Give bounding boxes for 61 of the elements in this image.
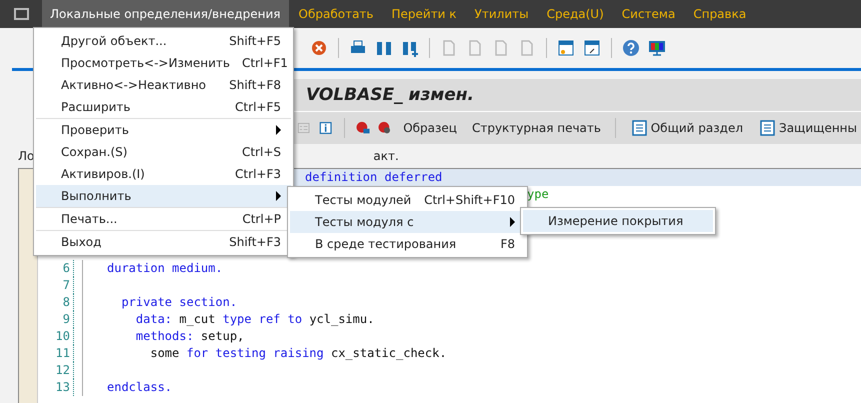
monitor-icon[interactable] bbox=[647, 38, 667, 58]
menu-item[interactable]: Другой объект... Shift+F5 bbox=[36, 30, 291, 52]
toolbar-button[interactable]: Структурная печать bbox=[468, 119, 605, 137]
menu-item-label: Просмотреть<->Изменить bbox=[61, 56, 230, 70]
shortcut-label: Shift+F3 bbox=[229, 235, 281, 249]
help-icon[interactable] bbox=[621, 38, 641, 58]
code-line: methods: setup, bbox=[82, 328, 244, 345]
line-number: 9 bbox=[38, 311, 74, 328]
code-line: some for testing raising cx_static_check. bbox=[82, 345, 447, 362]
menu-item-label: Сохран.(S) bbox=[61, 145, 128, 159]
shortcut-label: Ctrl+S bbox=[242, 145, 281, 159]
menu-bar-item[interactable]: Утилиты bbox=[466, 0, 537, 28]
code-line: private section. bbox=[82, 294, 238, 311]
document-icon bbox=[630, 119, 648, 137]
menu-item-label: Расширить bbox=[61, 100, 132, 114]
shortcut-label: Shift+F8 bbox=[229, 78, 281, 92]
toolbar-button[interactable]: Защищенны bbox=[754, 117, 861, 139]
toolbar-button[interactable]: Образец bbox=[399, 119, 461, 137]
menu-bar-item[interactable]: Обработать bbox=[290, 0, 382, 28]
line-number: 10 bbox=[38, 328, 74, 345]
cancel-icon[interactable] bbox=[309, 38, 329, 58]
shortcut-label: Ctrl+F1 bbox=[242, 56, 288, 70]
menu-item-label: Тесты модуля с bbox=[315, 215, 415, 229]
shortcut-label: Ctrl+P bbox=[242, 212, 281, 226]
menu-item[interactable]: В среде тестирования F8 bbox=[290, 233, 525, 255]
menu-item-label: В среде тестирования bbox=[315, 237, 458, 251]
menu-bar-item[interactable]: Перейти к bbox=[383, 0, 465, 28]
column-header: Ло bbox=[18, 149, 34, 163]
document-icon bbox=[758, 119, 776, 137]
shortcut-label: Ctrl+F3 bbox=[235, 167, 281, 181]
menu-item[interactable]: Просмотреть<->Изменить Ctrl+F1 bbox=[36, 52, 291, 74]
menu-item-label: Выход bbox=[61, 235, 102, 249]
menu-item[interactable]: Измерение покрытия bbox=[523, 210, 713, 232]
menu-item-label: Другой объект... bbox=[61, 34, 168, 48]
menu-item-label: Печать... bbox=[61, 212, 118, 226]
menu-item-label: Измерение покрытия bbox=[548, 214, 684, 228]
menu-bar-item[interactable]: Система bbox=[614, 0, 684, 28]
code-line: data: m_cut type ref to ycl_simu. bbox=[82, 311, 374, 328]
line-number: 6 bbox=[38, 260, 74, 277]
window-icon[interactable] bbox=[556, 38, 576, 58]
line-number: 8 bbox=[38, 294, 74, 311]
menu-item[interactable]: Сохран.(S) Ctrl+S bbox=[36, 141, 291, 163]
line-number: 12 bbox=[38, 362, 74, 379]
menu-item-label: Проверить bbox=[61, 123, 130, 137]
menu-item-label: Активно<->Неактивно bbox=[61, 78, 208, 92]
code-line: duration medium. bbox=[82, 260, 223, 277]
shortcut-label: F8 bbox=[500, 237, 515, 251]
menu-bar-item[interactable]: Справка bbox=[685, 0, 754, 28]
shortcut-label: Shift+F5 bbox=[229, 34, 281, 48]
line-number: 7 bbox=[38, 277, 74, 294]
shortcut-label: Ctrl+F5 bbox=[235, 100, 281, 114]
code-line: endclass. bbox=[82, 379, 172, 396]
menu-item[interactable]: Выполнить bbox=[36, 185, 291, 207]
line-number: 13 bbox=[38, 379, 74, 396]
menu-bar-item[interactable]: Локальные определения/внедрения bbox=[42, 0, 289, 28]
toolbar-button[interactable]: Общий раздел bbox=[626, 117, 747, 139]
window-icon[interactable] bbox=[582, 38, 602, 58]
menu-bar-item[interactable]: Среда(U) bbox=[538, 0, 612, 28]
column-header: акт. bbox=[373, 149, 399, 163]
line-number: 11 bbox=[38, 345, 74, 362]
menu-item[interactable]: Проверить bbox=[36, 118, 291, 141]
